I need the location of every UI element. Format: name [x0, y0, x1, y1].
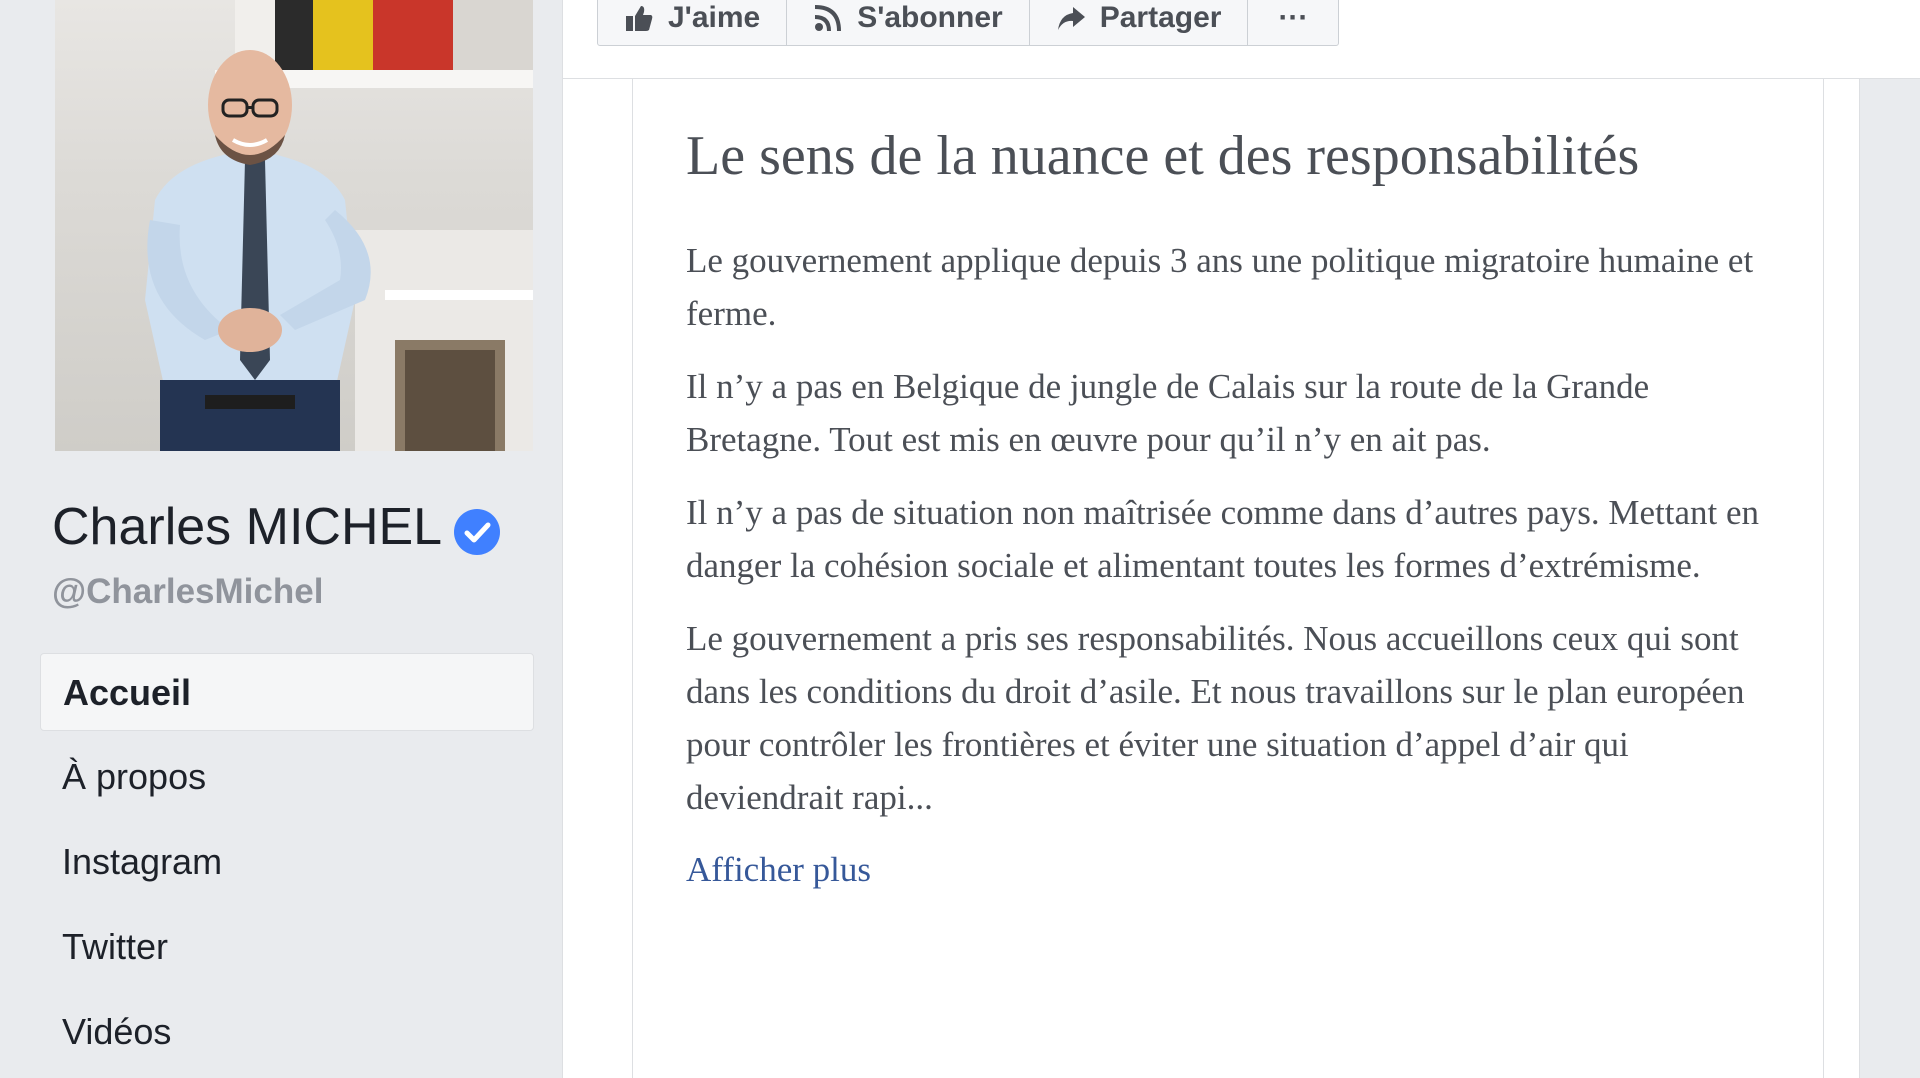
article-body: Le sens de la nuance et des responsabili… — [686, 119, 1766, 890]
page-action-bar: J'aime S'abonner Partager ··· — [562, 0, 1920, 79]
page-handle[interactable]: @CharlesMichel — [52, 572, 323, 612]
article-paragraph: Le gouvernement applique depuis 3 ans un… — [686, 241, 1754, 333]
share-button-label: Partager — [1099, 1, 1222, 34]
profile-photo[interactable] — [55, 0, 533, 451]
nav-item-a-propos[interactable]: À propos — [40, 738, 534, 816]
nav-item-accueil[interactable]: Accueil — [40, 653, 534, 731]
nav-item-twitter[interactable]: Twitter — [40, 908, 534, 986]
more-icon: ··· — [1278, 1, 1309, 34]
like-button-label: J'aime — [668, 1, 761, 34]
page-nav: Accueil À propos Instagram Twitter Vidéo… — [40, 653, 534, 1078]
article-card[interactable]: Le sens de la nuance et des responsabili… — [632, 79, 1824, 1078]
page-name-text: Charles MICHEL — [52, 498, 443, 556]
nav-item-videos[interactable]: Vidéos — [40, 993, 534, 1071]
more-options-button[interactable]: ··· — [1248, 0, 1338, 45]
verified-badge-icon — [454, 508, 501, 555]
article-paragraph: Le gouvernement a pris ses responsabilit… — [686, 619, 1745, 817]
article-paragraph: Il n’y a pas en Belgique de jungle de Ca… — [686, 367, 1650, 459]
feed-panel: Le sens de la nuance et des responsabili… — [562, 79, 1860, 1078]
rss-icon — [813, 3, 843, 33]
article-title: Le sens de la nuance et des responsabili… — [686, 125, 1640, 187]
share-arrow-icon — [1056, 3, 1086, 33]
thumbs-up-icon — [624, 3, 654, 33]
right-column: J'aime S'abonner Partager ··· Le sens de… — [562, 0, 1920, 1078]
nav-item-instagram[interactable]: Instagram — [40, 823, 534, 901]
action-button-group: J'aime S'abonner Partager ··· — [597, 0, 1340, 46]
left-column: Charles MICHEL @CharlesMichel Accueil À … — [0, 0, 560, 1078]
page-title[interactable]: Charles MICHEL — [52, 497, 501, 557]
share-button[interactable]: Partager — [1030, 0, 1249, 45]
subscribe-button[interactable]: S'abonner — [787, 0, 1030, 45]
subscribe-button-label: S'abonner — [857, 1, 1003, 34]
article-paragraph: Il n’y a pas de situation non maîtrisée … — [686, 493, 1760, 585]
profile-photo-illustration — [145, 0, 533, 451]
see-more-link[interactable]: Afficher plus — [686, 850, 871, 890]
like-button[interactable]: J'aime — [598, 0, 788, 45]
